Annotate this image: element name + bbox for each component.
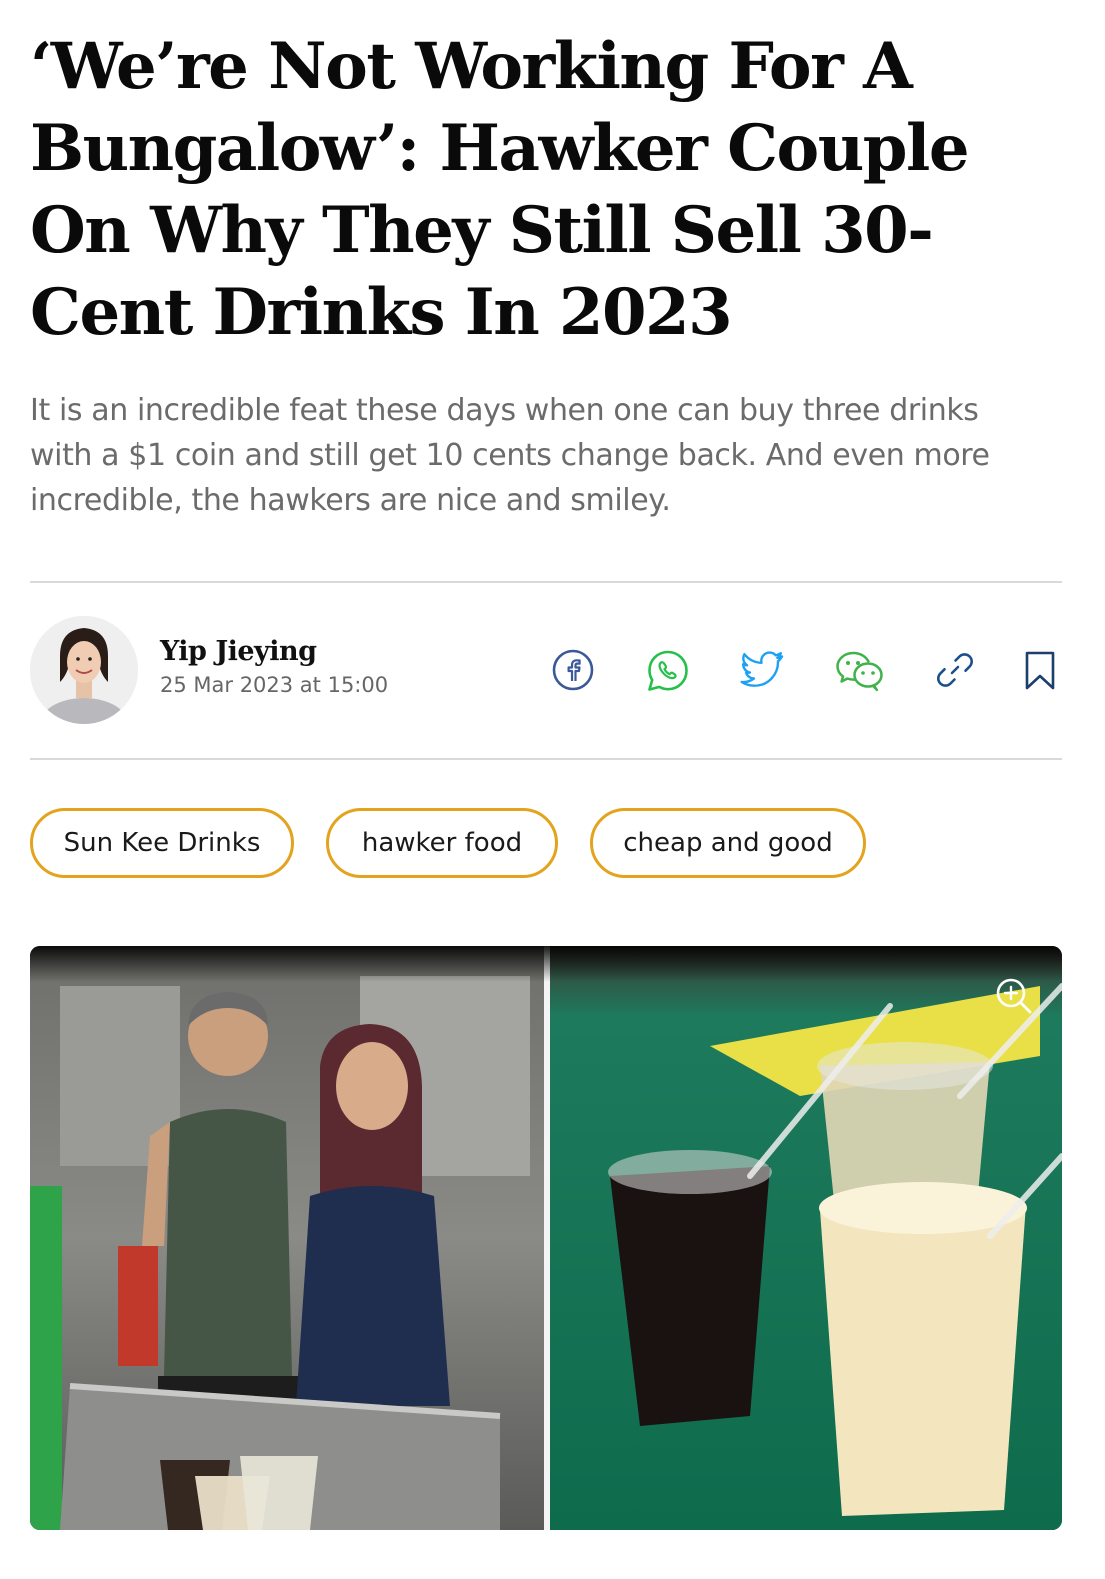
facebook-icon[interactable] xyxy=(551,648,595,692)
byline: Yip Jieying 25 Mar 2023 at 15:00 xyxy=(30,616,1062,726)
whatsapp-icon[interactable] xyxy=(645,648,691,694)
author-name[interactable]: Yip Jieying xyxy=(160,636,388,667)
wechat-icon[interactable] xyxy=(834,648,886,694)
author-info: Yip Jieying 25 Mar 2023 at 15:00 xyxy=(160,636,388,697)
tag-hawker-food[interactable]: hawker food xyxy=(326,808,558,878)
divider xyxy=(30,758,1062,760)
hero-photo xyxy=(30,946,1062,1530)
hero-image[interactable] xyxy=(30,946,1062,1530)
copy-link-icon[interactable] xyxy=(933,648,977,692)
divider xyxy=(30,581,1062,583)
publish-date: 25 Mar 2023 at 15:00 xyxy=(160,673,389,697)
tag-cheap-and-good[interactable]: cheap and good xyxy=(590,808,866,878)
article-standfirst: It is an incredible feat these days when… xyxy=(30,393,990,518)
tag-sun-kee-drinks[interactable]: Sun Kee Drinks xyxy=(30,808,294,878)
author-avatar[interactable] xyxy=(30,616,138,724)
bookmark-icon[interactable] xyxy=(1022,648,1058,692)
article-headline: ‘We’re Not Working For A Bungalow’: Hawk… xyxy=(30,29,970,350)
zoom-in-icon[interactable] xyxy=(994,976,1034,1020)
twitter-icon[interactable] xyxy=(738,648,788,692)
